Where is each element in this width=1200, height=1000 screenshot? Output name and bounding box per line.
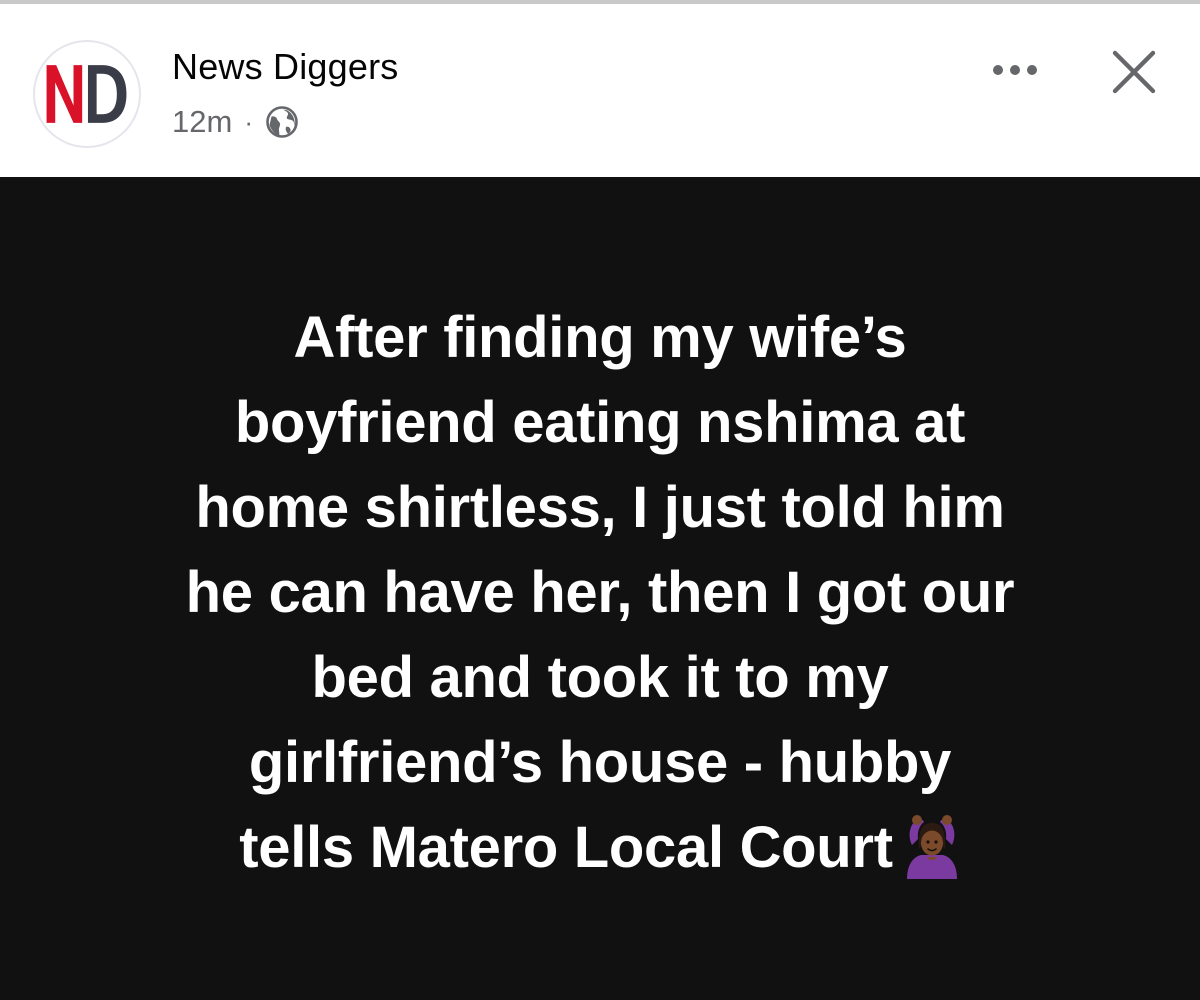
post-text-line: After finding my wife’s xyxy=(293,305,907,370)
post-text-line: girlfriend’s house - hubby xyxy=(248,730,952,795)
post-header: ND News Diggers 12m · xyxy=(0,4,1200,177)
more-horizontal-icon xyxy=(993,65,1037,75)
news-diggers-logo: ND xyxy=(46,65,127,123)
post-text: After finding my wife’s boyfriend eating… xyxy=(60,295,1140,890)
logo-letter-d-shape xyxy=(87,65,127,123)
meta-separator: · xyxy=(244,106,253,137)
post-meta: 12m · xyxy=(172,103,299,141)
post-text-line: home shirtless, I just told him xyxy=(195,475,1005,540)
page-name-link[interactable]: News Diggers xyxy=(172,46,398,88)
post-text-line-last: tells Matero Local Court xyxy=(60,805,1140,890)
post-text-background: After finding my wife’s boyfriend eating… xyxy=(0,177,1200,1000)
person-gesturing-ok-icon xyxy=(903,815,961,879)
globe-icon[interactable] xyxy=(265,105,299,139)
close-icon xyxy=(1112,50,1156,94)
close-button[interactable] xyxy=(1102,44,1166,100)
post-text-line: bed and took it to my xyxy=(311,645,889,710)
post-text-line: he can have her, then I got our xyxy=(185,560,1015,625)
post-text-line: boyfriend eating nshima at xyxy=(234,390,966,455)
post-text-line: tells Matero Local Court xyxy=(239,815,893,880)
more-options-button[interactable] xyxy=(987,52,1043,88)
page-avatar[interactable]: ND xyxy=(33,40,141,148)
post-timestamp[interactable]: 12m xyxy=(172,104,232,140)
logo-letter-n-shape xyxy=(46,65,83,123)
